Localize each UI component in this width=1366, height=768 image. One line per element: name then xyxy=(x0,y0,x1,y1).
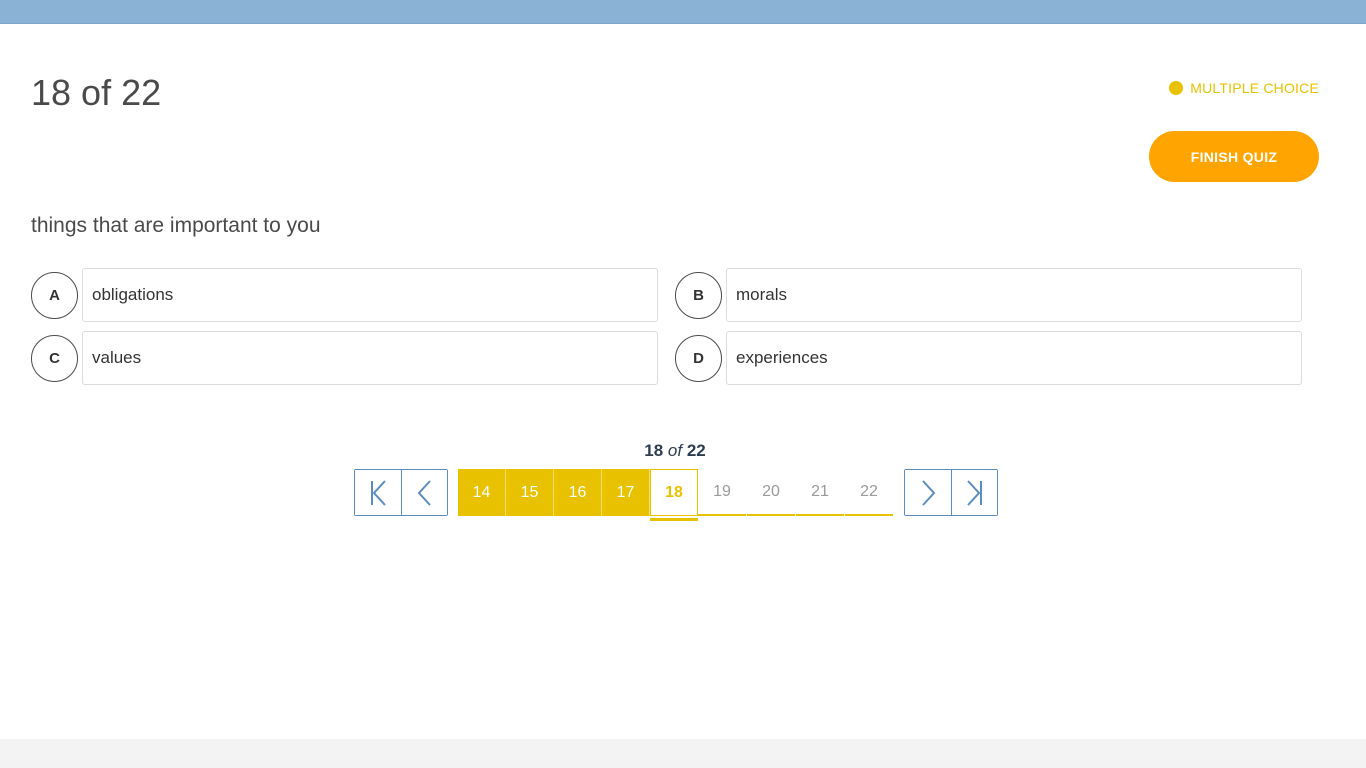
bottom-bar xyxy=(0,739,1366,768)
option-answer-box[interactable]: obligations xyxy=(82,268,658,322)
question-type-badge: MULTIPLE CHOICE xyxy=(1169,80,1319,96)
next-page-button[interactable] xyxy=(905,470,951,515)
option-answer-box[interactable]: values xyxy=(82,331,658,385)
option-answer-box[interactable]: experiences xyxy=(726,331,1302,385)
pagination-of: of xyxy=(667,441,683,460)
last-page-icon xyxy=(966,479,982,506)
pagination-total: 22 xyxy=(686,441,706,460)
page-button-18[interactable]: 18 xyxy=(650,469,698,521)
option-answer-box[interactable]: morals xyxy=(726,268,1302,322)
pagination: 14 15 16 17 18 19 20 21 22 xyxy=(354,469,998,521)
option-letter[interactable]: A xyxy=(31,271,78,319)
page-button-21[interactable]: 21 xyxy=(796,469,844,516)
first-page-button[interactable] xyxy=(355,470,401,515)
question-text: things that are important to you xyxy=(31,214,321,237)
status-dot-icon xyxy=(1169,81,1184,95)
page-title: 18 of 22 xyxy=(31,72,162,113)
page-list: 14 15 16 17 18 19 20 21 22 xyxy=(458,469,894,521)
option-a[interactable]: A obligations xyxy=(31,268,658,322)
first-page-icon xyxy=(371,479,386,506)
pagination-counter: 18 of 22 xyxy=(0,441,1350,461)
page-button-22[interactable]: 22 xyxy=(845,469,893,516)
page-button-20[interactable]: 20 xyxy=(747,469,795,516)
chevron-left-icon xyxy=(417,479,431,506)
page-button-16[interactable]: 16 xyxy=(554,469,602,516)
option-letter[interactable]: B xyxy=(675,271,722,319)
pagination-forward-group xyxy=(904,469,998,516)
question-type-label: MULTIPLE CHOICE xyxy=(1190,80,1319,96)
option-letter[interactable]: C xyxy=(31,334,78,382)
pagination-current: 18 xyxy=(644,441,664,460)
chevron-right-icon xyxy=(922,479,936,506)
option-d[interactable]: D experiences xyxy=(675,331,1302,385)
page-button-14[interactable]: 14 xyxy=(458,469,506,516)
option-letter[interactable]: D xyxy=(675,334,722,382)
last-page-button[interactable] xyxy=(951,470,997,515)
option-c[interactable]: C values xyxy=(31,331,658,385)
top-bar xyxy=(0,0,1366,24)
page-button-17[interactable]: 17 xyxy=(602,469,650,516)
option-b[interactable]: B morals xyxy=(675,268,1302,322)
page-button-19[interactable]: 19 xyxy=(698,469,746,516)
page-button-15[interactable]: 15 xyxy=(506,469,554,516)
previous-page-button[interactable] xyxy=(401,470,447,515)
finish-quiz-button[interactable]: FINISH QUIZ xyxy=(1149,131,1319,182)
pagination-back-group xyxy=(354,469,448,516)
